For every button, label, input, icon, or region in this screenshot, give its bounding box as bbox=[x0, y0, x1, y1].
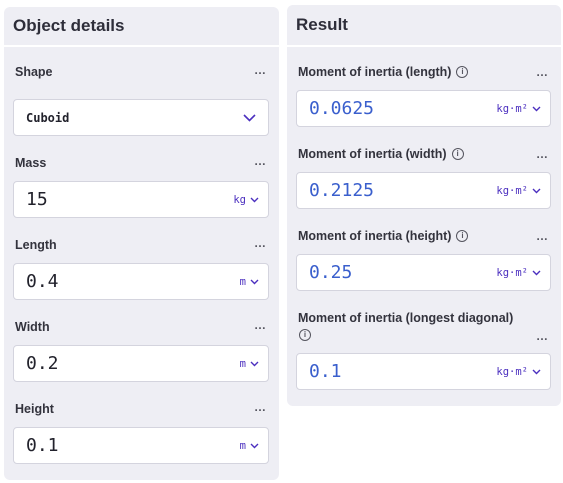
moment-diagonal-output: 0.1 bbox=[309, 361, 342, 382]
moment-width-output: 0.2125 bbox=[309, 180, 375, 201]
chevron-down-icon bbox=[250, 197, 259, 202]
moment-length-more-button[interactable]: … bbox=[536, 65, 549, 79]
moment-height-label: Moment of inertia (height) bbox=[298, 229, 452, 243]
object-details-panel: Object details Shape … Cuboid Mass … 15 … bbox=[4, 7, 279, 480]
moment-height-more-button[interactable]: … bbox=[536, 229, 549, 243]
width-label: Width bbox=[15, 320, 50, 334]
width-unit-label: m bbox=[239, 357, 246, 370]
moment-length-label: Moment of inertia (length) bbox=[298, 65, 452, 79]
length-input[interactable]: 0.4 bbox=[14, 271, 240, 292]
width-input-box: 0.2 m bbox=[13, 345, 269, 382]
length-unit-label: m bbox=[239, 275, 246, 288]
length-more-button[interactable]: … bbox=[254, 236, 267, 250]
moment-length-label-row: Moment of inertia (length) i bbox=[298, 65, 469, 79]
chevron-down-icon bbox=[532, 270, 541, 275]
chevron-down-icon bbox=[243, 113, 256, 122]
mass-input-box: 15 kg bbox=[13, 181, 269, 218]
height-label: Height bbox=[15, 402, 54, 416]
moment-diagonal-label: Moment of inertia (longest diagonal) bbox=[298, 311, 514, 325]
shape-select-value: Cuboid bbox=[26, 110, 70, 125]
object-details-title: Object details bbox=[4, 7, 279, 47]
chevron-down-icon bbox=[532, 106, 541, 111]
shape-more-button[interactable]: … bbox=[254, 63, 267, 77]
moment-length-output-box: 0.0625 kg·m² bbox=[296, 90, 551, 127]
moment-length-output: 0.0625 bbox=[309, 98, 375, 119]
moment-diagonal-unit-select[interactable]: kg·m² bbox=[496, 366, 550, 378]
mass-more-button[interactable]: … bbox=[254, 154, 267, 168]
mass-unit-select[interactable]: kg bbox=[233, 194, 268, 206]
moment-height-output: 0.25 bbox=[309, 262, 353, 283]
length-unit-select[interactable]: m bbox=[240, 276, 268, 288]
length-label: Length bbox=[15, 238, 57, 252]
result-title: Result bbox=[287, 5, 561, 47]
chevron-down-icon bbox=[250, 361, 259, 366]
moment-height-unit-label: kg·m² bbox=[496, 266, 528, 279]
width-input[interactable]: 0.2 bbox=[14, 353, 240, 374]
moment-height-output-box: 0.25 kg·m² bbox=[296, 254, 551, 291]
info-icon[interactable]: i bbox=[299, 329, 311, 341]
moment-width-label-row: Moment of inertia (width) i bbox=[298, 147, 464, 161]
moment-width-more-button[interactable]: … bbox=[536, 147, 549, 161]
mass-unit-label: kg bbox=[233, 193, 246, 206]
moment-width-output-box: 0.2125 kg·m² bbox=[296, 172, 551, 209]
moment-height-label-row: Moment of inertia (height) i bbox=[298, 229, 469, 243]
chevron-down-icon bbox=[250, 279, 259, 284]
width-unit-select[interactable]: m bbox=[240, 358, 268, 370]
mass-label: Mass bbox=[15, 156, 47, 170]
info-icon[interactable]: i bbox=[456, 230, 469, 242]
length-input-box: 0.4 m bbox=[13, 263, 269, 300]
moment-width-label: Moment of inertia (width) bbox=[298, 147, 447, 161]
width-more-button[interactable]: … bbox=[254, 318, 267, 332]
moment-diagonal-more-button[interactable]: … bbox=[536, 329, 549, 343]
height-input[interactable]: 0.1 bbox=[14, 435, 240, 456]
moment-height-unit-select[interactable]: kg·m² bbox=[496, 267, 550, 279]
moment-width-unit-select[interactable]: kg·m² bbox=[496, 185, 550, 197]
height-unit-label: m bbox=[239, 439, 246, 452]
moment-diagonal-output-box: 0.1 kg·m² bbox=[296, 353, 551, 390]
height-more-button[interactable]: … bbox=[254, 400, 267, 414]
moment-diagonal-unit-label: kg·m² bbox=[496, 365, 528, 378]
moment-length-unit-select[interactable]: kg·m² bbox=[496, 103, 550, 115]
shape-label: Shape bbox=[15, 65, 53, 79]
result-panel: Result Moment of inertia (length) i … 0.… bbox=[287, 5, 561, 406]
chevron-down-icon bbox=[532, 188, 541, 193]
moment-length-unit-label: kg·m² bbox=[496, 102, 528, 115]
chevron-down-icon bbox=[532, 369, 541, 374]
height-unit-select[interactable]: m bbox=[240, 440, 268, 452]
moment-width-unit-label: kg·m² bbox=[496, 184, 528, 197]
shape-select[interactable]: Cuboid bbox=[13, 99, 269, 136]
height-input-box: 0.1 m bbox=[13, 427, 269, 464]
info-icon[interactable]: i bbox=[451, 148, 464, 160]
mass-input[interactable]: 15 bbox=[14, 189, 233, 210]
chevron-down-icon bbox=[250, 443, 259, 448]
info-icon[interactable]: i bbox=[456, 66, 469, 78]
